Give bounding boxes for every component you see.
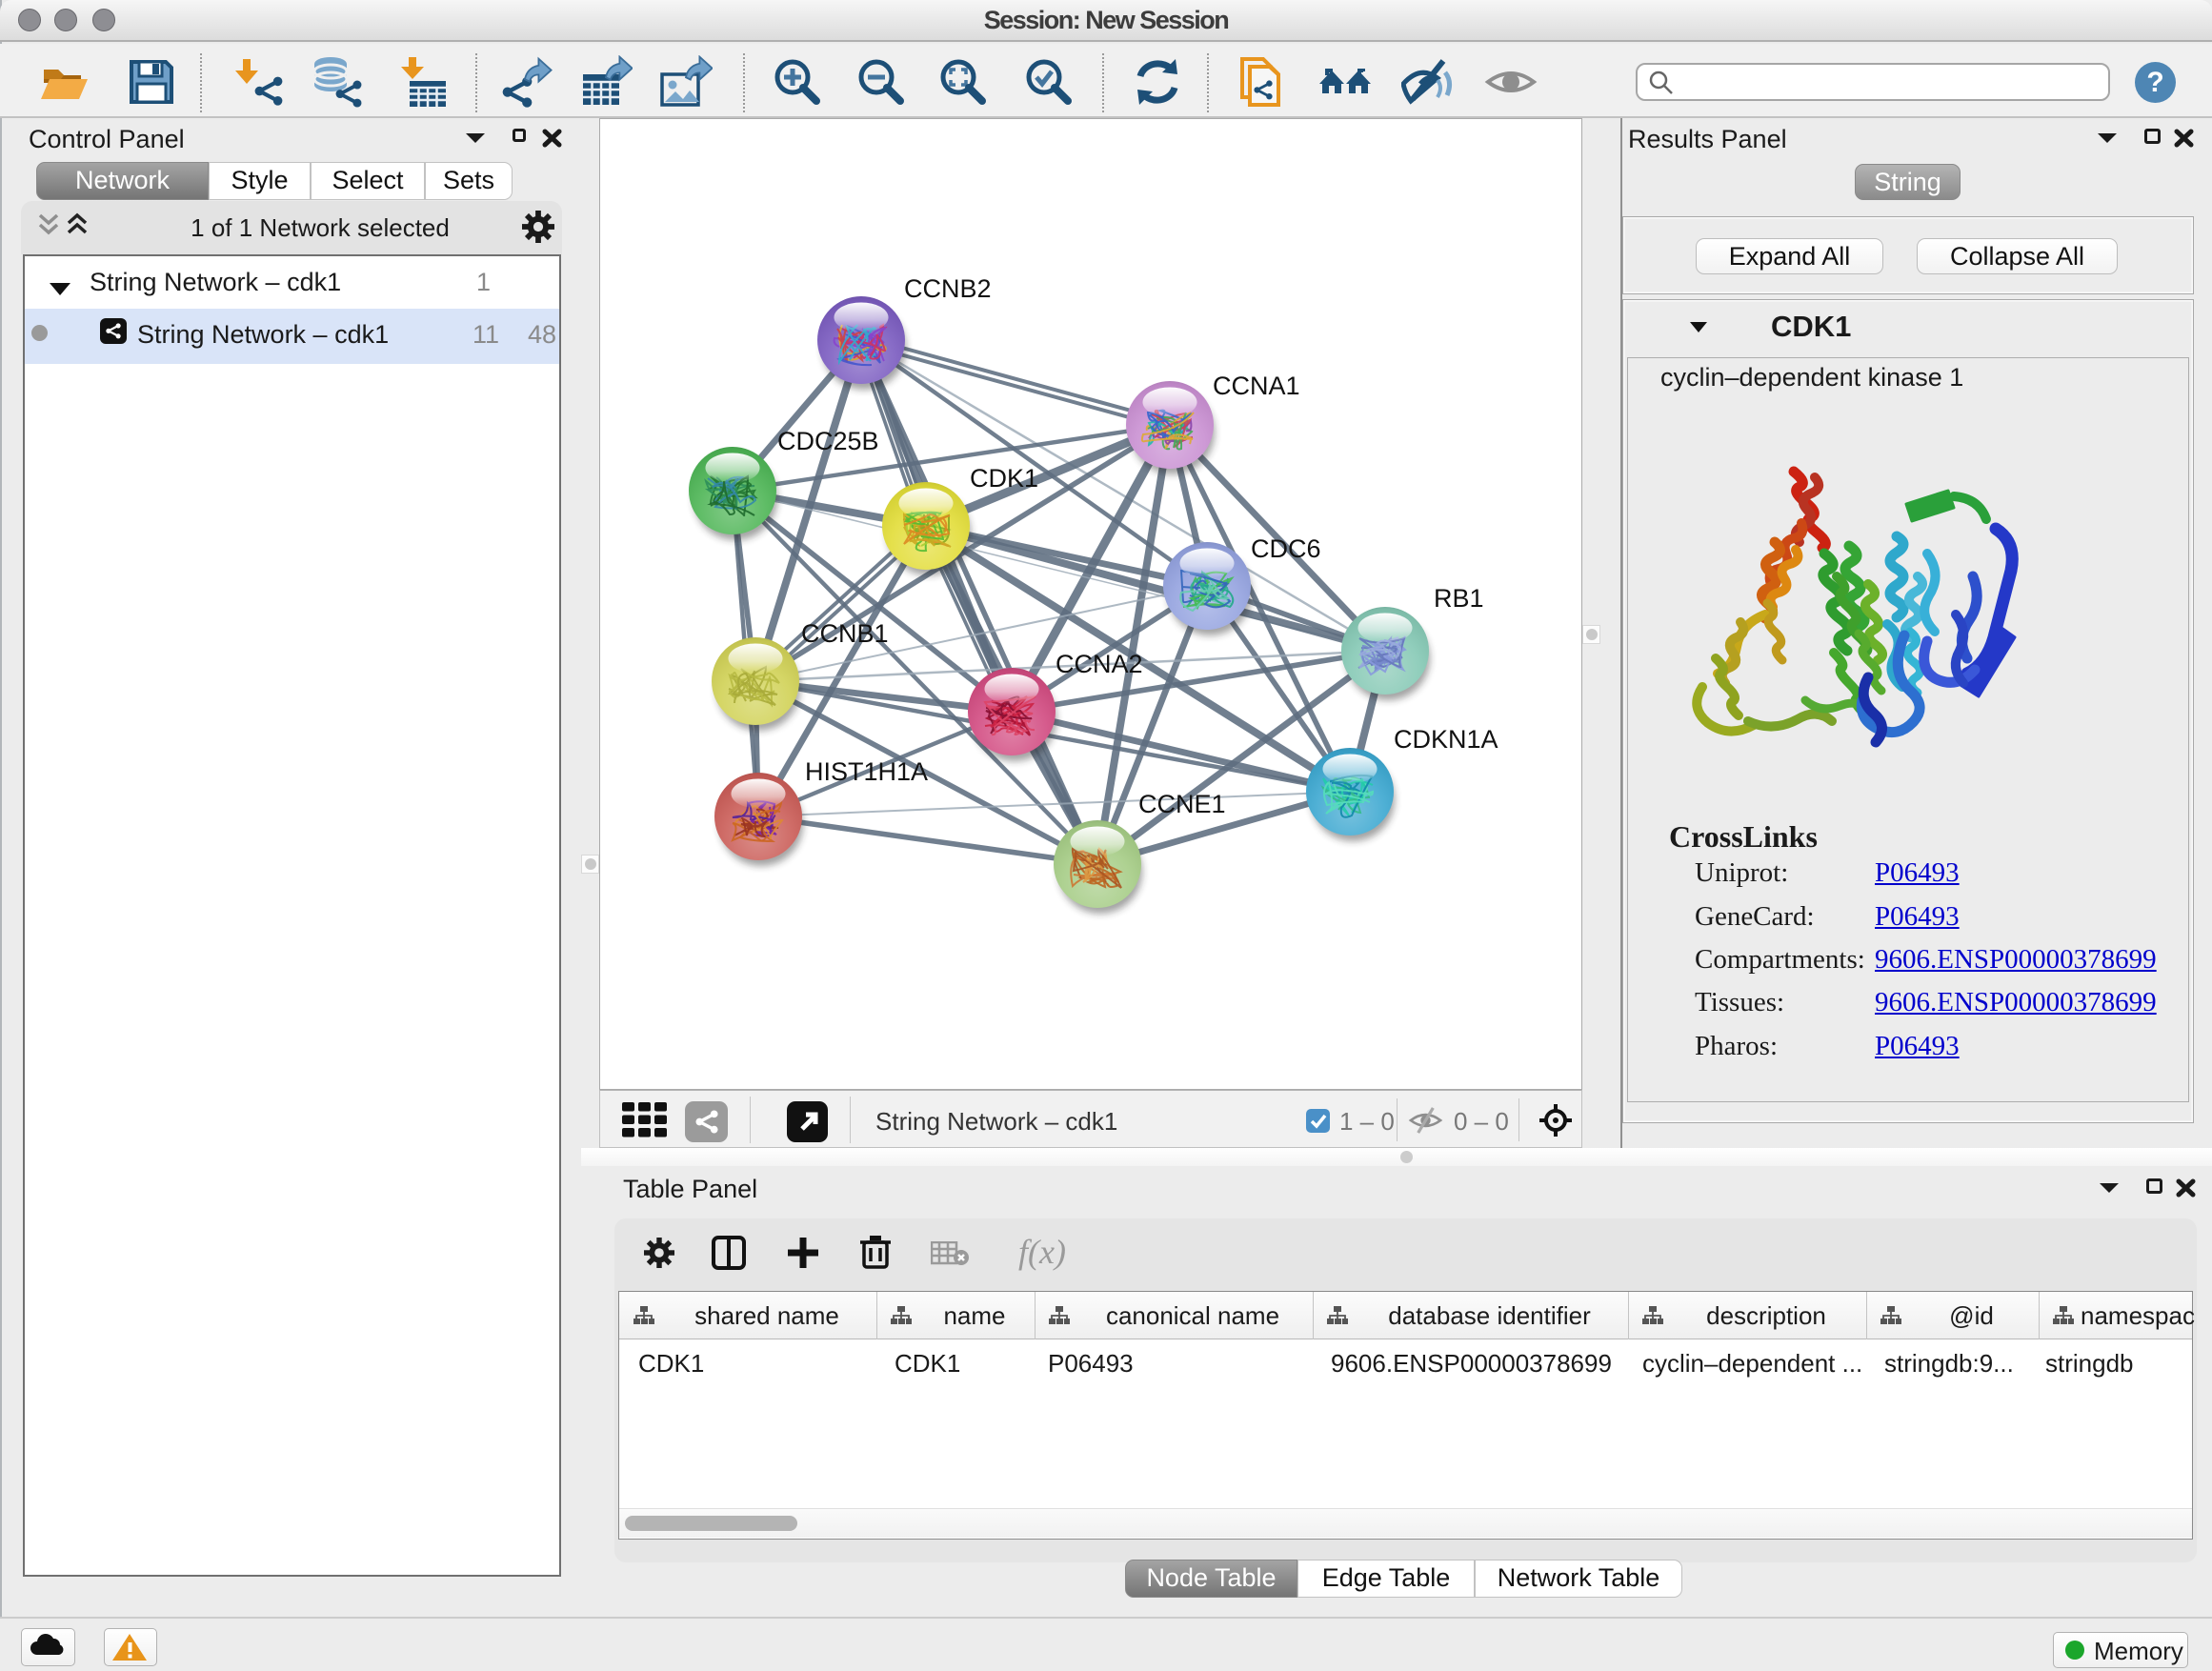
svg-text:CCNA1: CCNA1: [1213, 372, 1300, 400]
svg-text:CCNB1: CCNB1: [801, 619, 889, 648]
svg-text:HIST1H1A: HIST1H1A: [805, 757, 928, 786]
svg-text:CDK1: CDK1: [970, 464, 1038, 493]
svg-text:CDKN1A: CDKN1A: [1394, 725, 1498, 754]
svg-text:RB1: RB1: [1434, 584, 1484, 613]
svg-text:CCNB2: CCNB2: [904, 274, 992, 303]
svg-text:CDC25B: CDC25B: [777, 427, 879, 455]
svg-text:CCNA2: CCNA2: [1056, 650, 1143, 678]
svg-text:CDC6: CDC6: [1251, 534, 1321, 563]
svg-text:CCNE1: CCNE1: [1138, 790, 1226, 818]
